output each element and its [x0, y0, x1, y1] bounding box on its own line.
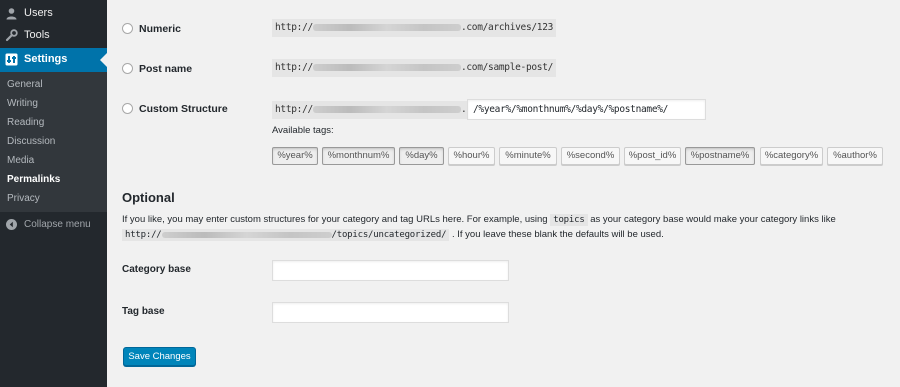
users-icon: [5, 7, 18, 20]
menu-item-tools[interactable]: Tools: [0, 25, 107, 47]
tag-button-day[interactable]: %day%: [399, 147, 444, 165]
blurred-domain: [161, 231, 332, 238]
submenu-item-discussion[interactable]: Discussion: [7, 136, 55, 147]
collapse-menu-button[interactable]: Collapse menu: [0, 216, 107, 234]
save-changes-button[interactable]: Save Changes: [123, 347, 196, 366]
submenu-item-privacy[interactable]: Privacy: [7, 193, 40, 204]
available-tags-label: Available tags:: [272, 125, 334, 136]
menu-item-label: Settings: [24, 53, 68, 65]
submenu-item-writing[interactable]: Writing: [7, 98, 38, 109]
radio-numeric[interactable]: [122, 23, 133, 34]
collapse-menu-label: Collapse menu: [24, 219, 91, 230]
tag-base-label: Tag base: [122, 306, 165, 317]
example-url-numeric: http://.com/archives/123: [272, 19, 557, 37]
example-url-custom: http://.com: [272, 101, 486, 119]
settings-submenu: General Writing Reading Discussion Media…: [0, 72, 107, 212]
option-label-custom-structure[interactable]: Custom Structure: [139, 103, 228, 115]
menu-item-label: Users: [24, 7, 53, 19]
tag-button-author[interactable]: %author%: [827, 147, 883, 165]
custom-structure-input[interactable]: /%year%/%monthnum%/%day%/%postname%/: [467, 99, 706, 120]
tag-button-minute[interactable]: %minute%: [499, 147, 557, 165]
inline-code-topics: topics: [550, 214, 588, 226]
tag-button-postname[interactable]: %postname%: [685, 147, 755, 165]
category-base-input[interactable]: [272, 260, 509, 281]
menu-item-users[interactable]: Users: [0, 3, 107, 25]
menu-item-settings[interactable]: Settings: [0, 48, 107, 72]
blurred-domain: [312, 64, 461, 71]
submenu-item-permalinks[interactable]: Permalinks: [7, 174, 60, 185]
option-label-post-name[interactable]: Post name: [139, 63, 192, 75]
radio-custom-structure[interactable]: [122, 103, 133, 114]
blurred-domain: [312, 106, 461, 113]
radio-post-name[interactable]: [122, 63, 133, 74]
category-base-label: Category base: [122, 264, 191, 275]
wrench-icon: [5, 29, 18, 42]
tag-button-second[interactable]: %second%: [561, 147, 620, 165]
option-label-numeric[interactable]: Numeric: [139, 23, 181, 35]
inline-code-example-url: http:///topics/uncategorized/: [122, 229, 450, 241]
tag-button-post-id[interactable]: %post_id%: [624, 147, 681, 165]
collapse-arrow-icon: [6, 219, 17, 230]
menu-item-label: Tools: [24, 29, 50, 41]
optional-description-line2: http:///topics/uncategorized/ . If you l…: [122, 229, 664, 241]
settings-icon: [5, 53, 18, 66]
tag-button-year[interactable]: %year%: [272, 147, 318, 165]
tag-base-input[interactable]: [272, 302, 509, 323]
blurred-domain: [312, 24, 461, 31]
optional-description-line1: If you like, you may enter custom struct…: [122, 214, 836, 226]
tag-button-category[interactable]: %category%: [760, 147, 823, 165]
optional-heading: Optional: [122, 190, 175, 205]
submenu-item-general[interactable]: General: [7, 79, 43, 90]
tag-button-hour[interactable]: %hour%: [448, 147, 495, 165]
submenu-item-reading[interactable]: Reading: [7, 117, 44, 128]
example-url-post-name: http://.com/sample-post/: [272, 59, 557, 77]
tag-button-monthnum[interactable]: %monthnum%: [322, 147, 395, 165]
submenu-item-media[interactable]: Media: [7, 155, 34, 166]
admin-sidebar: Users Tools Settings General Writing Rea…: [0, 0, 107, 387]
